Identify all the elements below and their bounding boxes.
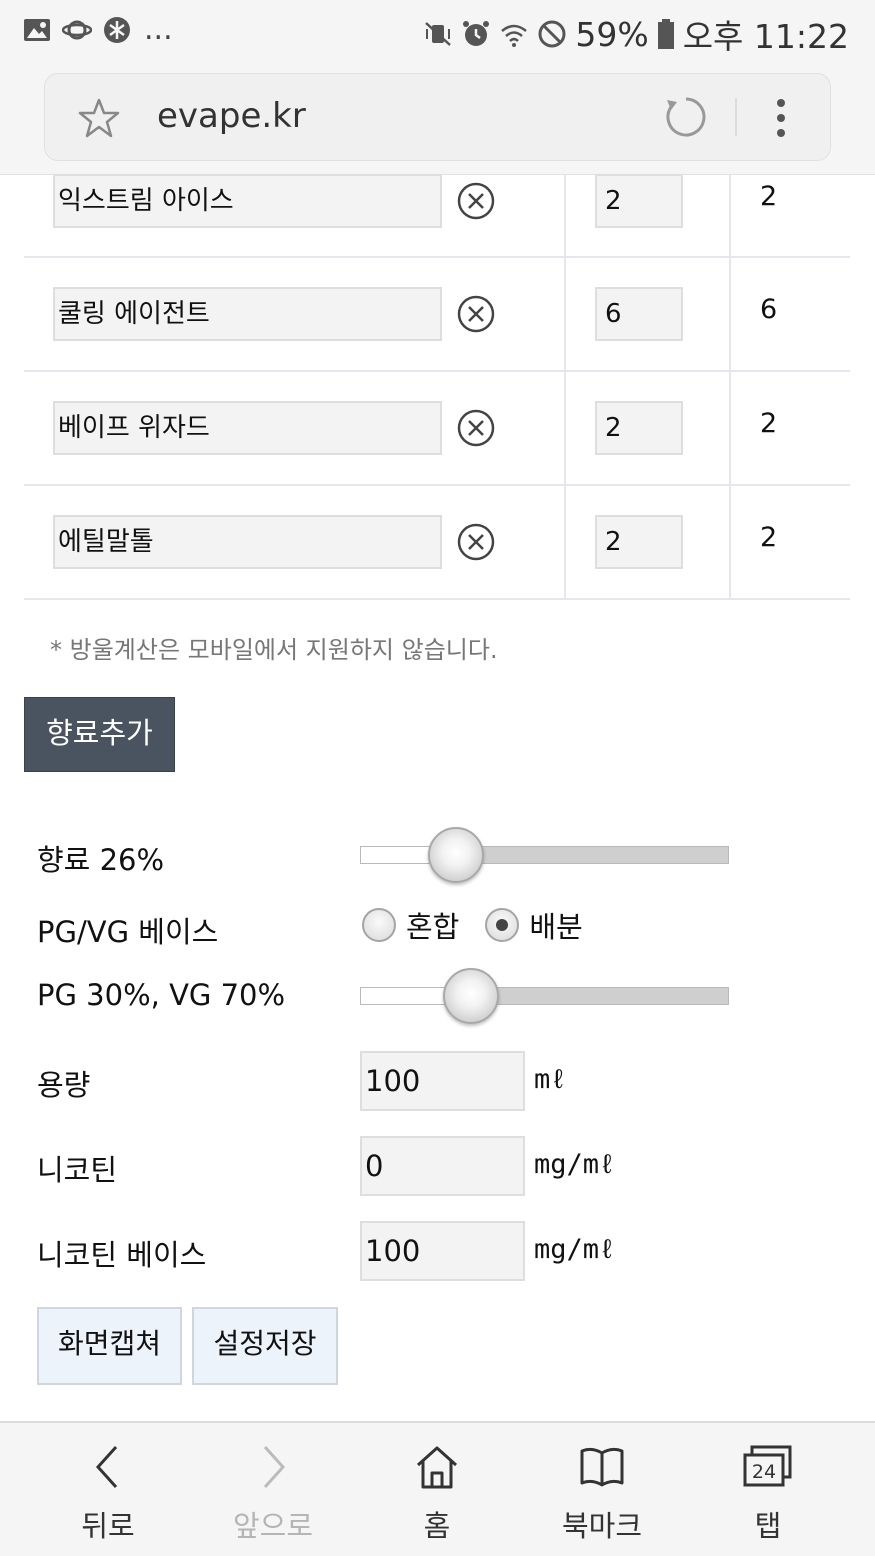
nicotine-base-input[interactable]: 100 — [360, 1221, 525, 1281]
reload-icon[interactable] — [663, 94, 709, 140]
nav-bookmarks-button[interactable]: 북마크 — [537, 1423, 667, 1556]
nicotine-unit: mg/mℓ — [534, 1149, 616, 1180]
nav-tabs-button[interactable]: 24 탭 — [703, 1423, 833, 1556]
flavor-result: 6 — [760, 294, 778, 325]
flavor-name-input[interactable]: 쿨링 에이전트 — [53, 287, 442, 341]
column-divider — [729, 372, 731, 484]
nav-forward-button[interactable]: 앞으로 — [208, 1423, 338, 1556]
game-icon — [104, 16, 130, 43]
remove-flavor-icon[interactable] — [456, 181, 496, 221]
flavor-table: 익스트림 아이스 2 2 쿨링 에이전트 6 6 베이프 위자드 2 2 에틸말… — [24, 174, 850, 600]
planet-icon — [62, 20, 92, 39]
volume-input[interactable]: 100 — [360, 1051, 525, 1111]
flavor-amount-input[interactable]: 6 — [595, 287, 683, 341]
radio-mix-label: 혼합 — [406, 910, 460, 944]
image-icon — [24, 18, 50, 41]
forward-arrow-icon — [263, 1445, 286, 1489]
nav-home-button[interactable]: 홈 — [372, 1423, 502, 1556]
nicotine-input[interactable]: 0 — [360, 1136, 525, 1196]
more-menu-icon[interactable] — [771, 96, 791, 140]
address-bar[interactable]: evape.kr — [44, 73, 831, 161]
battery-icon — [657, 19, 674, 49]
alarm-icon — [463, 21, 490, 46]
nav-back-button[interactable]: 뒤로 — [43, 1423, 173, 1556]
more-notifications: ... — [144, 12, 173, 47]
column-divider — [729, 258, 731, 370]
nav-bookmarks-label: 북마크 — [561, 1509, 643, 1543]
radio-split[interactable] — [485, 908, 520, 942]
flavor-name-input[interactable]: 에틸말톨 — [53, 515, 442, 569]
column-divider — [729, 175, 731, 256]
column-divider — [729, 486, 731, 598]
flavor-name-input[interactable]: 베이프 위자드 — [53, 401, 442, 455]
flavor-result: 2 — [760, 522, 778, 553]
home-icon — [416, 1446, 458, 1489]
nav-forward-label: 앞으로 — [232, 1509, 314, 1543]
drop-calc-note: * 방울계산은 모바일에서 지원하지 않습니다. — [50, 636, 498, 664]
pgvg-ratio-label: PG 30%, VG 70% — [37, 978, 286, 1012]
slider-thumb[interactable] — [427, 827, 484, 883]
nicotine-label: 니코틴 — [37, 1153, 118, 1187]
flavor-name-input[interactable]: 익스트림 아이스 — [53, 174, 442, 228]
nav-back-label: 뒤로 — [81, 1509, 135, 1543]
url-divider — [735, 98, 737, 136]
table-row: 베이프 위자드 2 2 — [24, 372, 850, 486]
notification-icons: ... — [22, 12, 173, 47]
flavor-percent-label: 향료 26% — [37, 843, 165, 877]
clock: 오후 11:22 — [682, 17, 849, 56]
do-not-disturb-icon — [538, 20, 566, 48]
nav-tabs-label: 탭 — [754, 1509, 782, 1543]
url-text[interactable]: evape.kr — [157, 96, 306, 136]
wifi-icon — [501, 24, 528, 47]
bookmarks-book-icon — [580, 1447, 624, 1487]
radio-mix[interactable] — [362, 908, 396, 942]
table-row: 익스트림 아이스 2 2 — [24, 174, 850, 258]
status-bar: ... 59% 오후 11:22 — [0, 0, 875, 64]
screen-capture-button[interactable]: 화면캡쳐 — [37, 1307, 182, 1385]
back-arrow-icon — [95, 1445, 118, 1489]
nicotine-base-unit: mg/mℓ — [534, 1234, 616, 1265]
column-divider — [564, 372, 566, 484]
browser-toolbar: evape.kr — [0, 64, 875, 175]
remove-flavor-icon[interactable] — [456, 408, 496, 448]
pgvg-base-radio-group: 혼합 배분 — [362, 904, 609, 946]
vibrate-mute-icon — [425, 22, 452, 46]
flavor-result: 2 — [760, 181, 778, 212]
volume-unit: mℓ — [534, 1064, 567, 1095]
radio-split-label: 배분 — [529, 910, 583, 944]
nav-home-label: 홈 — [423, 1509, 451, 1543]
flavor-percent-slider[interactable] — [360, 827, 729, 883]
remove-flavor-icon[interactable] — [456, 294, 496, 334]
pgvg-ratio-slider[interactable] — [360, 968, 729, 1024]
tab-count: 24 — [752, 1461, 776, 1483]
battery-percent: 59% — [575, 14, 649, 54]
column-divider — [564, 175, 566, 256]
nicotine-base-label: 니코틴 베이스 — [37, 1238, 207, 1272]
volume-label: 용량 — [37, 1068, 91, 1102]
bookmark-star-icon[interactable] — [77, 96, 121, 140]
system-icons: 59% 오후 11:22 — [423, 10, 849, 58]
remove-flavor-icon[interactable] — [456, 522, 496, 562]
pgvg-base-label: PG/VG 베이스 — [37, 915, 219, 949]
browser-bottom-nav: 뒤로 앞으로 홈 북마크 24 탭 — [0, 1421, 875, 1556]
column-divider — [564, 486, 566, 598]
table-row: 에틸말톨 2 2 — [24, 486, 850, 600]
tabs-icon: 24 — [743, 1445, 792, 1487]
slider-thumb[interactable] — [442, 968, 499, 1024]
save-settings-button[interactable]: 설정저장 — [192, 1307, 338, 1385]
flavor-result: 2 — [760, 408, 778, 439]
flavor-amount-input[interactable]: 2 — [595, 515, 683, 569]
add-flavor-button[interactable]: 향료추가 — [24, 697, 175, 772]
column-divider — [564, 258, 566, 370]
flavor-amount-input[interactable]: 2 — [595, 174, 683, 228]
flavor-amount-input[interactable]: 2 — [595, 401, 683, 455]
table-row: 쿨링 에이전트 6 6 — [24, 258, 850, 372]
